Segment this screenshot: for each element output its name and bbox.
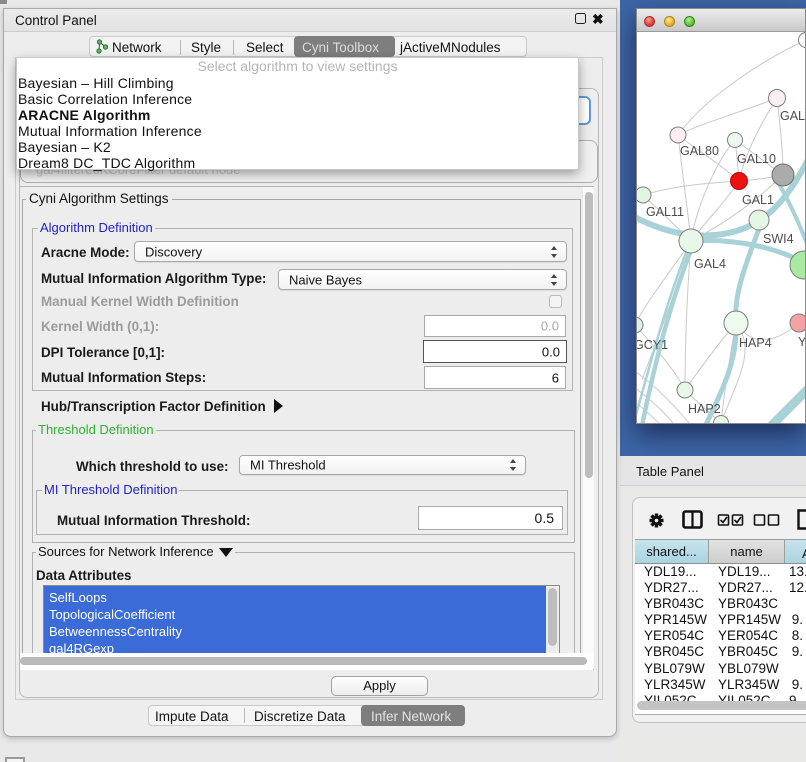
svg-text:GCY1: GCY1 [637,338,668,352]
svg-text:GAL4: GAL4 [694,257,726,271]
svg-text:GAL80: GAL80 [680,144,719,158]
svg-text:HAP2: HAP2 [688,402,721,416]
svg-text:GAL10: GAL10 [737,152,776,166]
svg-text:Y: Y [798,335,805,349]
svg-text:GAL11: GAL11 [646,205,684,219]
svg-text:GAL: GAL [780,109,805,123]
svg-text:SWI4: SWI4 [763,232,794,246]
svg-text:HAP4: HAP4 [739,336,772,350]
svg-text:GAL1: GAL1 [742,193,774,207]
